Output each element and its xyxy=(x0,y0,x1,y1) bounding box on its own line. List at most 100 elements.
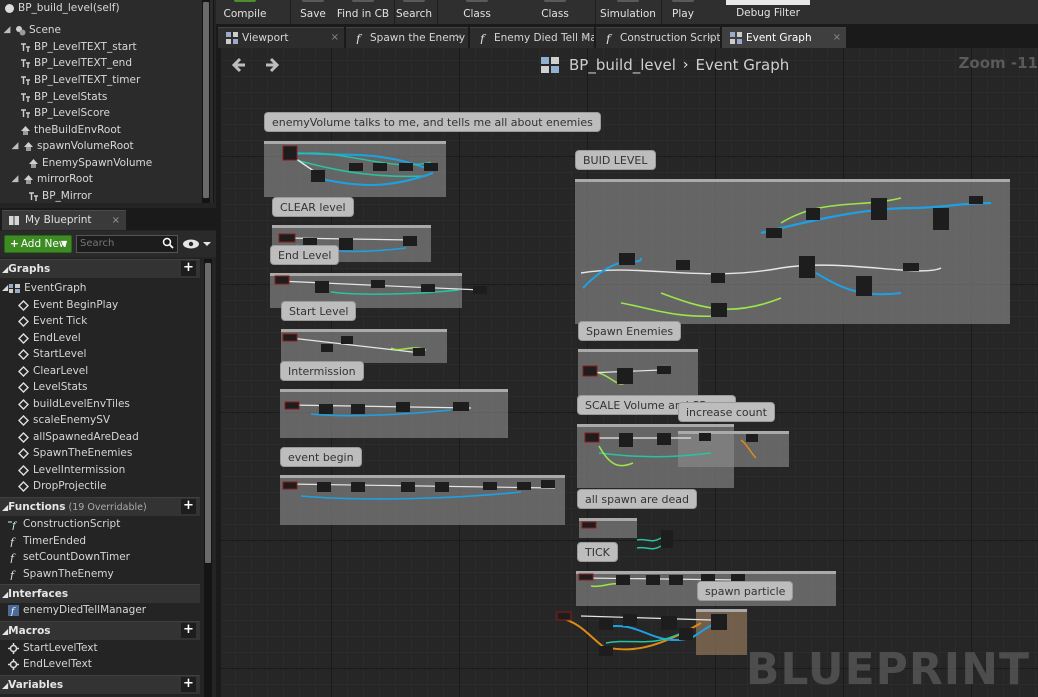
back-arrow-icon[interactable] xyxy=(230,56,248,74)
expand-arrow-icon[interactable]: ◢ xyxy=(2,22,12,38)
add-variable-button[interactable]: + xyxy=(181,677,196,692)
debug-filter[interactable]: Debug Filter xyxy=(726,0,810,24)
event-item[interactable]: EndLevel xyxy=(18,330,81,346)
section-functions[interactable]: ◢Functions (19 Overridable) + xyxy=(0,497,200,516)
tree-item-component[interactable]: BP_LevelStats xyxy=(20,89,107,105)
add-new-button[interactable]: + Add New ▼ xyxy=(4,235,72,253)
comment-label[interactable]: Spawn Enemies xyxy=(578,321,682,341)
class-settings-button[interactable]: Class Settings xyxy=(442,0,512,48)
play-icon xyxy=(672,0,694,2)
tab-my-blueprint[interactable]: My Blueprint × xyxy=(2,210,126,230)
tree-item-scene[interactable]: ◢ Scene xyxy=(2,22,61,38)
search-button[interactable]: Search xyxy=(396,0,432,24)
macro-item[interactable]: EndLevelText xyxy=(8,656,92,672)
function-icon: f xyxy=(9,552,16,563)
section-macros[interactable]: ◢Macros + xyxy=(0,621,200,640)
node-cluster-start-level xyxy=(282,333,427,356)
tab-spawn-the-enemy[interactable]: f Spawn the Enemy × xyxy=(346,27,468,48)
save-button[interactable]: Save xyxy=(294,0,332,24)
comment-label[interactable]: CLEAR level xyxy=(272,197,354,217)
function-item[interactable]: f ConstructionScript xyxy=(8,516,120,532)
macro-item[interactable]: StartLevelText xyxy=(8,640,98,656)
tree-item-component[interactable]: BP_Mirror xyxy=(28,188,92,204)
comment-label[interactable]: increase count xyxy=(678,402,775,422)
tree-item-component[interactable]: theBuildEnvRoot xyxy=(20,122,121,138)
tab-construction-script[interactable]: f Construction Script × xyxy=(596,27,720,48)
event-item[interactable]: Event Tick xyxy=(18,313,87,329)
expand-arrow-icon[interactable]: ◢ xyxy=(10,171,20,187)
tree-item-component[interactable]: EnemySpawnVolume xyxy=(28,155,152,171)
tree-item-self[interactable]: BP_build_level(self) xyxy=(4,0,120,16)
function-item[interactable]: f TimerEnded xyxy=(8,533,86,549)
overridable-count: (19 Overridable) xyxy=(68,502,147,513)
tree-item-component[interactable]: BP_LevelTEXT_start xyxy=(20,39,137,55)
svg-text:f: f xyxy=(11,521,18,530)
section-graphs[interactable]: ◢Graphs + xyxy=(0,259,200,278)
event-item[interactable]: allSpawnedAreDead xyxy=(18,429,139,445)
section-variables[interactable]: ◢Variables + xyxy=(0,675,200,694)
scrollbar-thumb[interactable] xyxy=(203,2,209,198)
close-tab-icon[interactable]: × xyxy=(581,28,589,48)
comment-label[interactable]: BUID LEVEL xyxy=(575,150,656,170)
breadcrumb-root[interactable]: BP_build_level xyxy=(569,56,676,74)
play-button[interactable]: Play xyxy=(668,0,698,24)
find-in-cb-button[interactable]: Find in CB xyxy=(335,0,391,24)
comment-label[interactable]: all spawn are dead xyxy=(577,489,698,509)
event-item[interactable]: LevelStats xyxy=(18,379,88,395)
tree-item-component[interactable]: BP_LevelTEXT_timer xyxy=(20,72,140,88)
event-item[interactable]: buildLevelEnvTiles xyxy=(18,396,130,412)
tree-item-label: EnemySpawnVolume xyxy=(42,157,153,169)
item-label: scaleEnemySV xyxy=(33,414,111,426)
tab-enemy-died[interactable]: f Enemy Died Tell Ma × xyxy=(470,27,594,48)
event-graph-item[interactable]: ◢ EventGraph xyxy=(2,280,86,296)
comment-label[interactable]: End Level xyxy=(270,245,340,265)
viewport-icon xyxy=(226,32,238,44)
event-item[interactable]: DropProjectile xyxy=(18,478,106,494)
interface-item[interactable]: f enemyDiedTellManager xyxy=(8,602,146,618)
collapse-arrow-icon[interactable]: ◢ xyxy=(2,280,8,296)
event-diamond-icon xyxy=(18,299,29,311)
close-tab-icon[interactable]: × xyxy=(112,211,120,230)
function-item[interactable]: f setCountDownTimer xyxy=(8,549,130,565)
tree-item-component[interactable]: ◢ mirrorRoot xyxy=(10,171,93,187)
event-item[interactable]: LevelIntermission xyxy=(18,462,125,478)
function-item[interactable]: f SpawnTheEnemy xyxy=(8,566,114,582)
compile-button[interactable]: Compile xyxy=(216,0,274,24)
close-tab-icon[interactable]: × xyxy=(331,28,339,48)
view-options-eye-icon[interactable] xyxy=(181,236,211,252)
tree-item-component[interactable]: ◢ spawnVolumeRoot xyxy=(10,138,134,154)
toolbar-separator xyxy=(290,0,291,24)
comment-label[interactable]: Start Level xyxy=(281,301,357,321)
tab-viewport[interactable]: Viewport × xyxy=(218,27,344,48)
tree-item-component[interactable]: BP_LevelTEXT_end xyxy=(20,55,132,71)
comment-label[interactable]: spawn particle xyxy=(697,581,794,601)
scrollbar-thumb[interactable] xyxy=(205,263,211,563)
expand-arrow-icon[interactable]: ◢ xyxy=(10,138,20,154)
debug-filter-dropdown[interactable] xyxy=(726,0,810,5)
add-graph-button[interactable]: + xyxy=(181,261,196,276)
my-blueprint-scrollbar[interactable] xyxy=(204,259,212,697)
add-function-button[interactable]: + xyxy=(181,499,196,514)
forward-arrow-icon[interactable] xyxy=(263,56,281,74)
tree-item-component[interactable]: BP_LevelScore xyxy=(20,105,110,121)
components-scrollbar[interactable] xyxy=(202,0,210,203)
class-defaults-button[interactable]: Class Defaults xyxy=(519,0,591,48)
add-macro-button[interactable]: + xyxy=(181,623,196,638)
event-item[interactable]: Event BeginPlay xyxy=(18,297,118,313)
section-interfaces[interactable]: ◢Interfaces xyxy=(0,584,200,603)
simulation-button[interactable]: Simulation xyxy=(600,0,656,24)
tab-event-graph[interactable]: Event Graph × xyxy=(722,27,846,48)
comment-label[interactable]: event begin xyxy=(280,447,362,467)
event-item[interactable]: ClearLevel xyxy=(18,363,88,379)
close-tab-icon[interactable]: × xyxy=(833,28,841,48)
event-graph-canvas[interactable]: enemyVolume talks to me, and tells me al… xyxy=(221,48,1038,697)
close-tab-icon[interactable]: × xyxy=(707,28,715,48)
event-item[interactable]: StartLevel xyxy=(18,346,86,362)
event-item[interactable]: SpawnTheEnemies xyxy=(18,445,132,461)
search-input[interactable]: Search xyxy=(76,235,178,253)
comment-label[interactable]: enemyVolume talks to me, and tells me al… xyxy=(264,112,601,132)
comment-label[interactable]: Intermission xyxy=(280,361,364,381)
event-item[interactable]: scaleEnemySV xyxy=(18,412,110,428)
comment-label[interactable]: TICK xyxy=(577,542,618,562)
close-tab-icon[interactable]: × xyxy=(455,28,463,48)
